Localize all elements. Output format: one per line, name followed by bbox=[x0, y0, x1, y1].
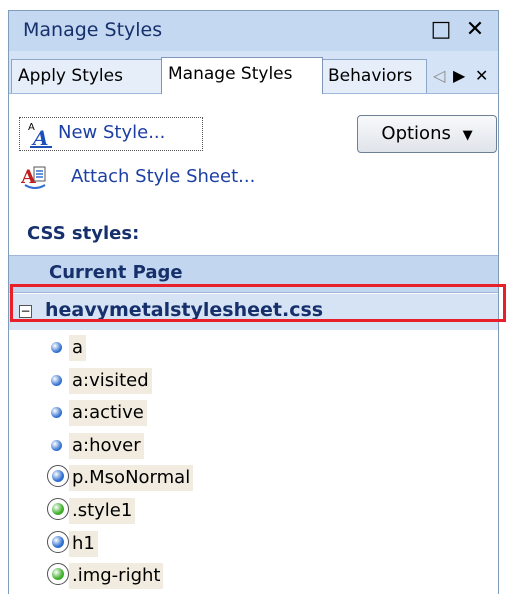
tab-behaviors[interactable]: Behaviors bbox=[321, 59, 427, 93]
blue-dot-icon bbox=[51, 342, 62, 353]
close-tab-icon[interactable]: ✕ bbox=[475, 65, 488, 87]
style-item[interactable]: a:hover bbox=[41, 431, 341, 461]
title-bar: Manage Styles □ ✕ bbox=[9, 11, 498, 52]
style-item-label: a:hover bbox=[69, 432, 144, 459]
style-item-label: a:visited bbox=[69, 367, 152, 394]
style-item[interactable]: .style1 bbox=[41, 496, 341, 526]
tab-manage-styles[interactable]: Manage Styles bbox=[161, 57, 323, 94]
manage-styles-panel: Manage Styles □ ✕ Apply Styles Behaviors… bbox=[8, 10, 499, 594]
svg-text:A: A bbox=[31, 126, 49, 149]
style-item[interactable]: h1 bbox=[41, 529, 341, 559]
scroll-tabs-left-icon[interactable]: ◁ bbox=[433, 65, 445, 87]
tab-apply-styles[interactable]: Apply Styles bbox=[11, 59, 163, 93]
stylesheet-name: heavymetalstylesheet.css bbox=[45, 299, 324, 321]
close-button[interactable]: ✕ bbox=[461, 16, 489, 44]
style-item[interactable]: a:active bbox=[41, 398, 341, 428]
current-page-group-header: Current Page bbox=[9, 255, 498, 293]
attach-style-sheet-button[interactable]: A Attach Style Sheet... bbox=[19, 161, 279, 195]
new-style-icon: A A bbox=[26, 119, 54, 150]
css-styles-heading: CSS styles: bbox=[27, 223, 140, 244]
current-page-label: Current Page bbox=[49, 262, 183, 283]
maximize-button[interactable]: □ bbox=[427, 16, 455, 44]
scroll-tabs-right-icon[interactable]: ▶ bbox=[453, 65, 465, 87]
collapse-icon[interactable]: − bbox=[19, 305, 32, 318]
blue-ring-icon bbox=[47, 530, 69, 553]
green-ring-icon bbox=[47, 498, 69, 520]
stylesheet-row[interactable]: − heavymetalstylesheet.css bbox=[9, 294, 498, 330]
options-button[interactable]: Options ▼ bbox=[357, 115, 497, 153]
panel-title: Manage Styles bbox=[23, 19, 163, 41]
style-item-label: p.MsoNormal bbox=[69, 465, 194, 492]
style-item[interactable]: .img-right bbox=[41, 561, 341, 591]
new-style-label: New Style... bbox=[58, 122, 166, 143]
dropdown-arrow-icon: ▼ bbox=[462, 128, 473, 143]
style-item-label: a:active bbox=[69, 400, 147, 427]
options-label: Options bbox=[381, 123, 451, 144]
style-item-label: .style1 bbox=[69, 498, 136, 524]
blue-ring-icon bbox=[47, 465, 69, 488]
blue-dot-icon bbox=[51, 374, 62, 386]
new-style-button[interactable]: A A New Style... bbox=[19, 117, 203, 151]
blue-dot-icon bbox=[51, 407, 62, 419]
attach-style-sheet-label: Attach Style Sheet... bbox=[71, 166, 256, 187]
green-ring-icon bbox=[47, 563, 69, 586]
style-item[interactable]: a bbox=[41, 333, 341, 363]
style-item[interactable]: a:visited bbox=[41, 366, 341, 396]
style-item-label: h1 bbox=[69, 530, 98, 557]
tab-strip: Apply Styles Behaviors Manage Styles ◁ ▶… bbox=[9, 51, 498, 94]
style-item-label: a bbox=[69, 335, 87, 361]
attach-style-sheet-icon: A bbox=[20, 163, 49, 191]
style-item-label: .img-right bbox=[69, 563, 164, 590]
style-item[interactable]: p.MsoNormal bbox=[41, 463, 341, 493]
blue-dot-icon bbox=[51, 439, 62, 451]
